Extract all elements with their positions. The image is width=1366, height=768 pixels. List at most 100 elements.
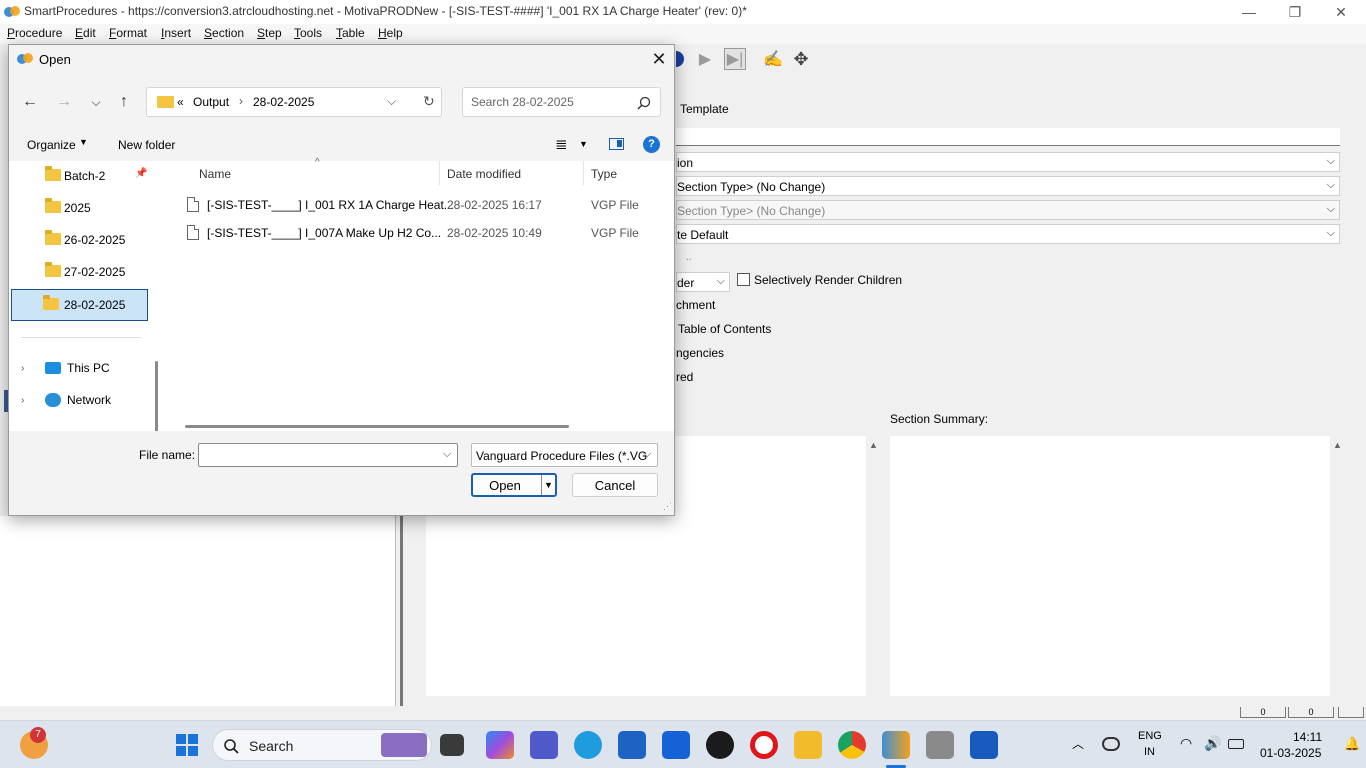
column-separator[interactable] (439, 161, 440, 185)
clock-time[interactable]: 14:11 (1293, 730, 1322, 744)
column-header-type[interactable]: Type (591, 167, 617, 181)
chevron-down-icon[interactable]: ⌵ (443, 448, 451, 461)
smartprocedures-icon[interactable] (882, 731, 910, 759)
clock-date[interactable]: 01-03-2025 (1260, 746, 1321, 760)
nav-item-2025[interactable]: 2025 (13, 193, 148, 223)
section-type-dropdown-1[interactable]: Section Type> (No Change) ⌵ (676, 176, 1340, 196)
word-icon[interactable] (970, 731, 998, 759)
menu-procedure[interactable]: Procedure (7, 26, 62, 40)
play-next-icon[interactable]: ▶ (694, 48, 716, 70)
nav-item-network[interactable]: › Network (13, 385, 148, 415)
view-list-icon[interactable]: ≣ (555, 135, 568, 153)
remote-app-icon[interactable] (926, 731, 954, 759)
new-folder-button[interactable]: New folder (118, 138, 175, 152)
file-name-input[interactable]: ⌵ (198, 443, 458, 467)
prev-icon[interactable] (676, 51, 684, 67)
section-summary-editor[interactable] (890, 436, 1330, 696)
column-header-name[interactable]: Name (199, 167, 231, 181)
copilot-icon[interactable] (486, 731, 514, 759)
search-icon[interactable] (637, 96, 651, 110)
menu-insert[interactable]: Insert (161, 26, 191, 40)
opera-icon[interactable] (750, 731, 778, 759)
show-hidden-icons-chevron-icon[interactable]: ︿ (1072, 735, 1084, 752)
breadcrumb-output[interactable]: Output (193, 95, 229, 109)
expand-chevron-icon[interactable]: › (21, 395, 39, 406)
scroll-up-icon[interactable]: ▲ (1333, 440, 1342, 450)
menu-tools[interactable]: Tools (294, 26, 322, 40)
expand-chevron-icon[interactable]: › (21, 363, 39, 374)
attachment-option[interactable]: chment (676, 298, 715, 312)
move-icon[interactable]: ✥ (790, 48, 812, 70)
back-arrow-icon[interactable]: ← (19, 91, 41, 113)
wifi-icon[interactable]: ◠ (1180, 735, 1192, 752)
section-type-dropdown-2[interactable]: Section Type> (No Change) ⌵ (676, 200, 1340, 220)
organize-dropdown-icon[interactable]: ▼ (79, 137, 88, 147)
cancel-button[interactable]: Cancel (572, 473, 658, 497)
address-bar[interactable]: « Output › 28-02-2025 ⌵ ↻ (146, 87, 442, 117)
default-dropdown[interactable]: te Default ⌵ (676, 224, 1340, 244)
address-dropdown-icon[interactable]: ⌵ (387, 94, 396, 109)
task-view-icon[interactable] (440, 734, 464, 756)
open-dropdown-icon[interactable]: ▼ (541, 475, 555, 495)
ellipsis-button[interactable]: .. (686, 252, 692, 263)
menu-section[interactable]: Section (204, 26, 244, 40)
notifications-bell-icon[interactable]: 🔔 (1344, 736, 1360, 752)
taskbar-search[interactable]: Search (212, 729, 432, 761)
close-icon[interactable]: ✕ (647, 47, 671, 71)
file-row[interactable]: [-SIS-TEST-____] I_001 RX 1A Charge Heat… (183, 191, 653, 219)
close-window-button[interactable]: ✕ (1318, 0, 1364, 24)
scroll-up-icon[interactable]: ▲ (869, 440, 878, 450)
refresh-icon[interactable]: ↻ (423, 93, 435, 110)
power-automate-icon[interactable] (662, 731, 690, 759)
title-field[interactable] (676, 128, 1340, 146)
breadcrumb-overflow[interactable]: « (177, 95, 184, 109)
language-indicator[interactable]: ENG (1138, 730, 1162, 742)
column-header-date-modified[interactable]: Date modified (447, 167, 521, 181)
preview-pane-icon[interactable] (609, 138, 624, 150)
breadcrumb-current-folder[interactable]: 28-02-2025 (253, 95, 314, 109)
required-option[interactable]: red (676, 370, 693, 384)
toc-option[interactable]: Table of Contents (678, 322, 771, 336)
chrome-icon[interactable] (838, 731, 866, 759)
nav-item-batch-2[interactable]: Batch-2 📌 (13, 161, 148, 191)
open-button[interactable]: Open ▼ (471, 473, 557, 497)
help-icon[interactable]: ? (643, 136, 660, 153)
file-explorer-icon[interactable] (794, 731, 822, 759)
nav-item-27-02-2025[interactable]: 27-02-2025 (13, 257, 148, 287)
last-icon[interactable]: ▶| (724, 48, 746, 70)
edge-icon[interactable] (574, 731, 602, 759)
handwriting-icon[interactable]: ✍ (762, 48, 784, 70)
volume-icon[interactable]: 🔊 (1204, 735, 1221, 752)
recent-locations-chevron-icon[interactable]: ⌵ (85, 91, 107, 113)
organize-button[interactable]: Organize (27, 138, 76, 152)
minimize-button[interactable]: — (1226, 0, 1272, 24)
selectively-render-children-checkbox[interactable]: Selectively Render Children (737, 273, 902, 287)
menu-step[interactable]: Step (257, 26, 282, 40)
section-dropdown-1[interactable]: ion ⌵ (676, 152, 1340, 172)
battery-icon[interactable] (1228, 739, 1244, 749)
up-arrow-icon[interactable]: ↑ (113, 91, 135, 113)
forward-arrow-icon[interactable]: → (53, 91, 75, 113)
resize-grip-icon[interactable]: ⋰ (663, 501, 672, 512)
render-dropdown[interactable]: der ⌵ (676, 272, 730, 292)
network-status-icon[interactable] (1102, 737, 1120, 751)
nav-item-28-02-2025[interactable]: 28-02-2025 (11, 289, 148, 321)
menu-edit[interactable]: Edit (75, 26, 96, 40)
menu-format[interactable]: Format (109, 26, 147, 40)
menu-help[interactable]: Help (378, 26, 403, 40)
dell-icon[interactable] (706, 731, 734, 759)
start-icon[interactable] (176, 734, 198, 756)
checkbox-box[interactable] (737, 273, 750, 286)
restore-button[interactable]: ❐ (1272, 0, 1318, 24)
teams-icon[interactable] (530, 731, 558, 759)
search-input[interactable]: Search 28-02-2025 (462, 87, 661, 117)
store-icon[interactable] (618, 731, 646, 759)
splitter[interactable] (400, 516, 403, 706)
procedure-tree[interactable] (0, 516, 396, 706)
nav-item-this-pc[interactable]: › This PC (13, 353, 148, 383)
region-indicator[interactable]: IN (1144, 746, 1155, 758)
column-separator[interactable] (583, 161, 584, 185)
file-row[interactable]: [-SIS-TEST-____] I_007A Make Up H2 Co...… (183, 219, 653, 247)
view-dropdown-icon[interactable]: ▼ (579, 139, 588, 149)
file-type-select[interactable]: Vanguard Procedure Files (*.VG ⌵ (471, 443, 658, 467)
